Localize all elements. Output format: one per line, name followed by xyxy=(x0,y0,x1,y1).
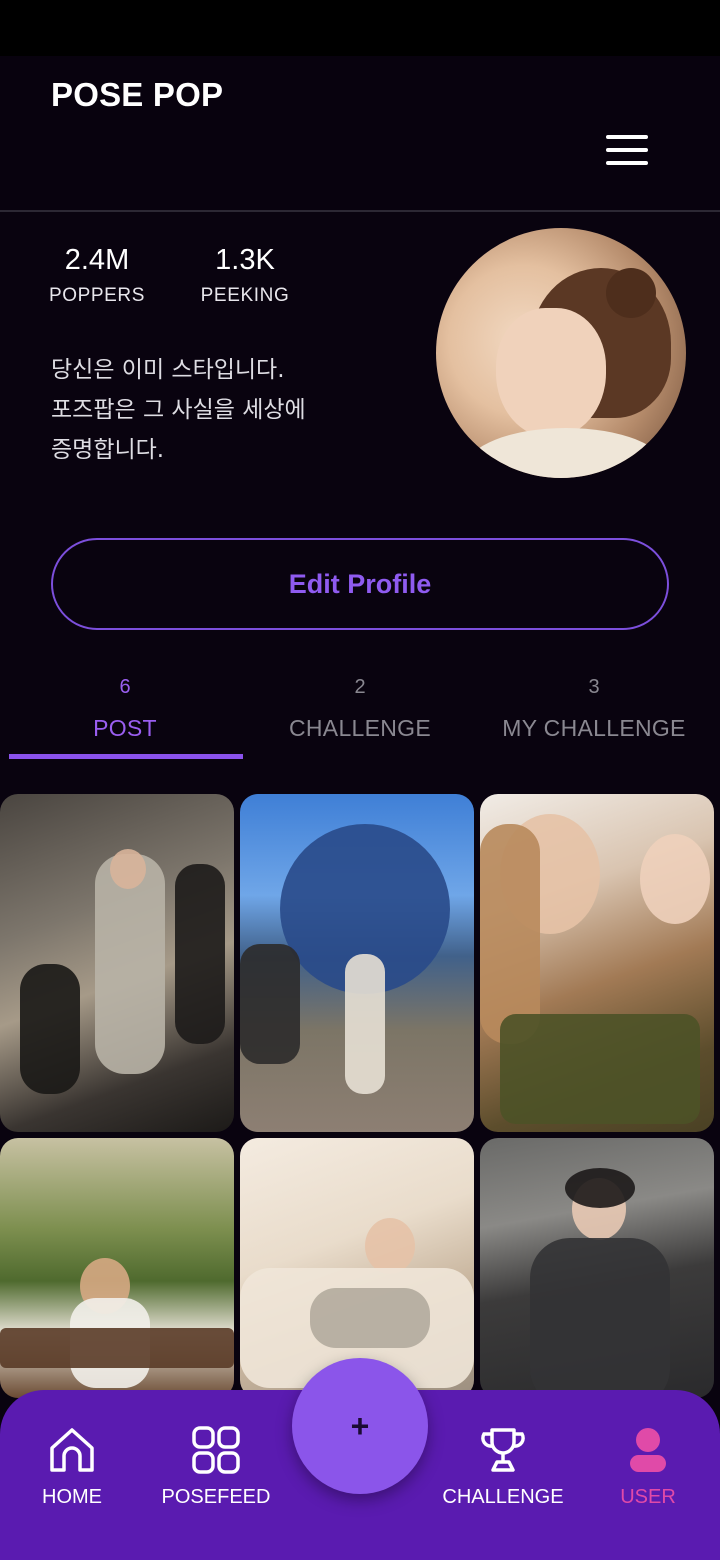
nav-posefeed-label: POSEFEED xyxy=(161,1486,271,1508)
edit-profile-button[interactable]: Edit Profile xyxy=(51,538,669,630)
bio-line: 증명합니다. xyxy=(51,437,165,463)
post-thumbnail-backstage[interactable] xyxy=(0,794,234,1132)
home-icon xyxy=(50,1428,94,1472)
stat-peeking[interactable]: 1.3K PEEKING xyxy=(195,244,295,307)
bio-line: 당신은 이미 스타입니다. xyxy=(51,357,285,383)
post-thumbnail-studio[interactable] xyxy=(480,1138,714,1398)
user-icon xyxy=(630,1428,666,1472)
tab-post-label: POST xyxy=(93,715,157,741)
stat-peeking-label: PEEKING xyxy=(200,285,290,306)
tab-challenge[interactable]: 2 CHALLENGE xyxy=(243,676,477,760)
stat-peeking-value: 1.3K xyxy=(215,244,275,276)
nav-user-label: USER xyxy=(620,1486,676,1508)
nav-user[interactable]: USER xyxy=(583,1424,713,1509)
status-bar xyxy=(0,0,720,56)
grid-icon xyxy=(192,1426,240,1474)
stat-poppers-label: POPPERS xyxy=(48,285,146,306)
tab-post-count: 6 xyxy=(119,676,131,698)
bio-line: 포즈팝은 그 사실을 세상에 xyxy=(51,397,306,423)
profile-bio: 당신은 이미 스타입니다. 포즈팝은 그 사실을 세상에 증명합니다. xyxy=(51,350,411,470)
tab-post[interactable]: 6 POST xyxy=(8,676,242,760)
profile-avatar[interactable] xyxy=(436,228,686,478)
tab-challenge-count: 2 xyxy=(354,676,366,698)
nav-home-label: HOME xyxy=(42,1486,102,1508)
tab-my-challenge-label: MY CHALLENGE xyxy=(502,715,686,741)
hamburger-menu-icon[interactable] xyxy=(600,128,654,174)
nav-posefeed[interactable]: POSEFEED xyxy=(151,1424,281,1509)
app-title: POSE POP xyxy=(51,76,224,113)
create-post-button[interactable]: + xyxy=(292,1358,428,1494)
post-thumbnail-doll-book[interactable] xyxy=(480,794,714,1132)
stat-poppers-value: 2.4M xyxy=(64,244,130,276)
trophy-icon xyxy=(481,1428,525,1472)
tab-challenge-label: CHALLENGE xyxy=(288,715,432,741)
nav-home[interactable]: HOME xyxy=(7,1424,137,1509)
post-thumbnail-universal[interactable] xyxy=(240,794,474,1132)
stat-poppers[interactable]: 2.4M POPPERS xyxy=(47,244,147,307)
tab-my-challenge[interactable]: 3 MY CHALLENGE xyxy=(477,676,711,760)
post-thumbnail-park-bench[interactable] xyxy=(0,1138,234,1398)
tab-active-indicator xyxy=(9,754,243,759)
nav-challenge-label: CHALLENGE xyxy=(442,1486,564,1508)
tab-my-challenge-count: 3 xyxy=(588,676,600,698)
nav-challenge[interactable]: CHALLENGE xyxy=(438,1424,568,1509)
